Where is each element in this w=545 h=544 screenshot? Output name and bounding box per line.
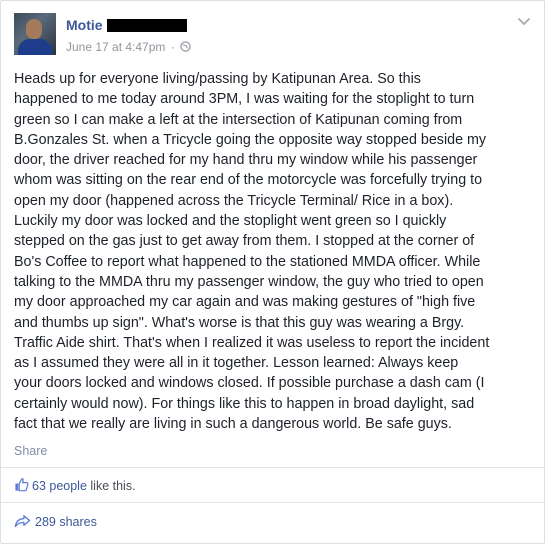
post-text-line: open my door (happened across the Tricyc…: [14, 192, 454, 209]
redaction-bar: [106, 18, 187, 32]
author-name-link[interactable]: Motie: [66, 17, 187, 33]
meta-separator: ·: [170, 40, 175, 54]
shares-count[interactable]: 289 shares: [35, 515, 97, 529]
post-text-line: and thumbs up sign". What's worse is tha…: [14, 314, 465, 331]
post-text-line: fact that we really are living in such a…: [14, 416, 452, 433]
likes-people-link[interactable]: 63 people: [32, 479, 87, 493]
author-name[interactable]: Motie: [66, 17, 103, 33]
post-text-line: Traffic Aide shirt. That's when I realiz…: [14, 334, 490, 351]
post-text-line: door, the driver reached for my hand thr…: [14, 152, 478, 169]
post-text-line: talking to the MMDA thru my passenger wi…: [14, 273, 484, 290]
post-text-line: as I assumed they were all in it togethe…: [14, 355, 459, 372]
post-text-line: B.Gonzales St. when a Tricycle going the…: [14, 131, 487, 148]
globe-icon[interactable]: [180, 41, 191, 53]
post-text-line: Heads up for everyone living/passing by …: [14, 71, 421, 87]
post-text-line: whom was sitting on the rear end of the …: [14, 172, 483, 189]
post-text-line: certainly would now). For things like th…: [14, 395, 475, 412]
post-meta: June 17 at 4:47pm ·: [66, 40, 191, 54]
likes-summary: 63 people like this.: [14, 477, 136, 494]
thumbs-up-icon[interactable]: [14, 477, 29, 492]
post-card: Motie June 17 at 4:47pm · Heads up for e…: [0, 0, 545, 544]
post-text-line: green so I can make a left at the inters…: [14, 111, 463, 128]
share-arrow-icon: [14, 514, 31, 527]
share-link[interactable]: Share: [14, 444, 47, 458]
post-text-line: happened to me today around 3PM, I was w…: [14, 91, 475, 108]
divider-top: [1, 467, 545, 468]
post-text-line: stepped on the gas just to get away from…: [14, 233, 475, 250]
post-text-line: your doors locked and windows closed. If…: [14, 375, 485, 392]
post-text-line: Bo's Coffee to report what happened to t…: [14, 253, 481, 270]
post-text-line: Luckily my door was locked and the stopl…: [14, 213, 447, 230]
likes-suffix: like this.: [90, 479, 136, 493]
post-body: Heads up for everyone living/passing by …: [14, 69, 536, 434]
avatar-shirt: [18, 39, 52, 55]
chevron-down-icon[interactable]: [517, 17, 531, 27]
avatar[interactable]: [14, 13, 56, 55]
divider-bottom: [1, 502, 545, 503]
shares-summary[interactable]: 289 shares: [14, 514, 97, 530]
post-timestamp[interactable]: June 17 at 4:47pm: [66, 40, 165, 54]
avatar-face: [26, 19, 42, 39]
post-text-line: my door approached my car again and was …: [14, 294, 476, 311]
